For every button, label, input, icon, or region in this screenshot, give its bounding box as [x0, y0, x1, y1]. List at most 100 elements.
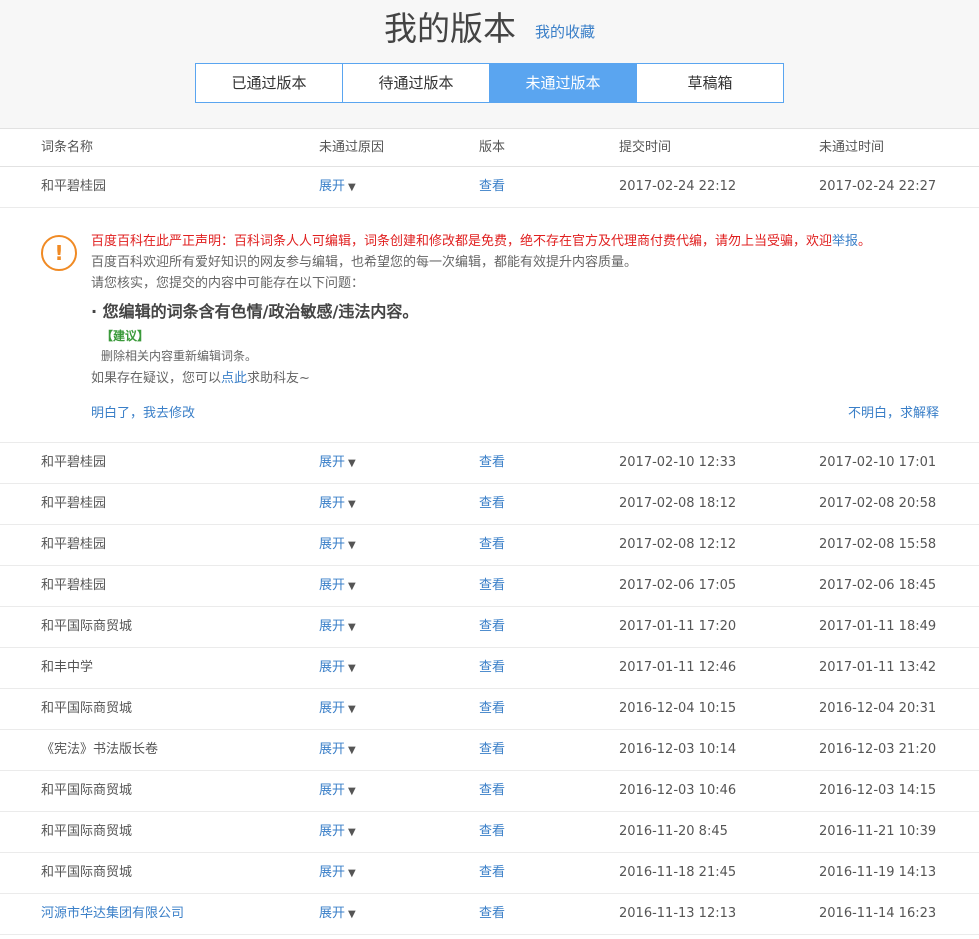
expand-reason-button[interactable]: 展开 ▼ [319, 167, 356, 208]
table-header: 词条名称 未通过原因 版本 提交时间 未通过时间 [0, 128, 979, 167]
suggestion-text: 删除相关内容重新编辑词条。 [101, 349, 258, 363]
triangle-down-icon: ▼ [348, 458, 356, 469]
title-bar: 我的版本 我的收藏 [0, 2, 979, 48]
expand-reason-button[interactable]: 展开 ▼ [319, 607, 356, 648]
entry-name: 《宪法》书法版长卷 [41, 742, 159, 757]
view-version-link[interactable]: 查看 [479, 566, 505, 606]
expand-reason-button[interactable]: 展开 ▼ [319, 648, 356, 689]
entry-name: 和平碧桂园 [41, 578, 107, 593]
expand-label: 展开 [319, 824, 346, 839]
expand-label: 展开 [319, 906, 346, 921]
expand-label: 展开 [319, 179, 346, 194]
column-header-reason: 未通过原因 [319, 140, 385, 155]
expand-label: 展开 [319, 783, 346, 798]
column-header-entry-name: 词条名称 [41, 140, 94, 155]
entry-name: 和平国际商贸城 [41, 619, 133, 634]
view-version-link[interactable]: 查看 [479, 894, 505, 934]
reject-time: 2017-02-08 20:58 [819, 496, 937, 511]
notice-text: 百度百科在此严正声明：百科词条人人可编辑，词条创建和修改都是免费，绝不存在官方及… [91, 234, 833, 249]
expand-reason-button[interactable]: 展开 ▼ [319, 771, 356, 812]
reject-time: 2017-02-08 15:58 [819, 537, 937, 552]
submit-time: 2016-11-13 12:13 [619, 906, 737, 921]
view-version-link[interactable]: 查看 [479, 853, 505, 893]
report-link[interactable]: 举报 [832, 234, 858, 249]
expand-label: 展开 [319, 619, 346, 634]
tab-rejected[interactable]: 未通过版本 [490, 64, 637, 102]
doubt-suffix: 求助科友~ [247, 371, 310, 386]
view-version-link[interactable]: 查看 [479, 771, 505, 811]
suggestion-title: 【建议】 [101, 329, 150, 343]
expand-reason-button[interactable]: 展开 ▼ [319, 443, 356, 484]
rejected-versions-table: 词条名称 未通过原因 版本 提交时间 未通过时间 和平碧桂园 展开 ▼ 查看 20… [0, 128, 979, 935]
notice-line: 百度百科在此严正声明：百科词条人人可编辑，词条创建和修改都是免费，绝不存在官方及… [91, 230, 871, 249]
table-row: 和平国际商贸城 展开 ▼ 查看 2016-12-04 10:15 2016-12-04 2… [0, 689, 979, 730]
page-header: 我的版本 我的收藏 已通过版本 待通过版本 未通过版本 草稿箱 [0, 0, 979, 128]
not-understood-button[interactable]: 不明白，求解释 [848, 402, 939, 421]
submit-time: 2017-01-11 12:46 [619, 660, 737, 675]
expand-reason-button[interactable]: 展开 ▼ [319, 566, 356, 607]
triangle-down-icon: ▼ [348, 182, 356, 193]
page-title: 我的版本 [383, 9, 516, 48]
table-row: 和平碧桂园 展开 ▼ 查看 2017-02-08 18:12 2017-02-08 20:… [0, 484, 979, 525]
expand-label: 展开 [319, 537, 346, 552]
expand-reason-button[interactable]: 展开 ▼ [319, 525, 356, 566]
reject-time: 2017-02-24 22:27 [819, 179, 937, 194]
view-version-link[interactable]: 查看 [479, 812, 505, 852]
expand-label: 展开 [319, 496, 346, 511]
submit-time: 2016-12-04 10:15 [619, 701, 737, 716]
triangle-down-icon: ▼ [348, 704, 356, 715]
triangle-down-icon: ▼ [348, 581, 356, 592]
expand-reason-button[interactable]: 展开 ▼ [319, 730, 356, 771]
expand-label: 展开 [319, 701, 346, 716]
view-version-link[interactable]: 查看 [479, 167, 505, 207]
view-version-link[interactable]: 查看 [479, 730, 505, 770]
expand-label: 展开 [319, 660, 346, 675]
triangle-down-icon: ▼ [348, 909, 356, 920]
view-version-link[interactable]: 查看 [479, 607, 505, 647]
expand-label: 展开 [319, 578, 346, 593]
submit-time: 2017-02-24 22:12 [619, 179, 737, 194]
table-row: 河源市华达集团有限公司 展开 ▼ 查看 2016-11-13 12:13 2016-11-… [0, 894, 979, 935]
reject-time: 2016-12-03 21:20 [819, 742, 937, 757]
triangle-down-icon: ▼ [348, 540, 356, 551]
view-version-link[interactable]: 查看 [479, 525, 505, 565]
rejection-detail-panel: ! 百度百科在此严正声明：百科词条人人可编辑，词条创建和修改都是免费，绝不存在官… [0, 208, 979, 443]
check-text: 请您核实，您提交的内容中可能存在以下问题： [91, 276, 365, 291]
table-row: 和平国际商贸城 展开 ▼ 查看 2017-01-11 17:20 2017-01-11 1… [0, 607, 979, 648]
my-favorites-link[interactable]: 我的收藏 [535, 21, 595, 50]
expand-reason-button[interactable]: 展开 ▼ [319, 689, 356, 730]
submit-time: 2017-02-08 12:12 [619, 537, 737, 552]
view-version-link[interactable]: 查看 [479, 689, 505, 729]
expand-reason-button[interactable]: 展开 ▼ [319, 894, 356, 935]
triangle-down-icon: ▼ [348, 622, 356, 633]
tab-drafts[interactable]: 草稿箱 [637, 64, 783, 102]
reject-time: 2016-12-04 20:31 [819, 701, 937, 716]
triangle-down-icon: ▼ [348, 745, 356, 756]
warning-icon: ! [41, 235, 77, 271]
submit-time: 2017-02-06 17:05 [619, 578, 737, 593]
entry-name: 和平碧桂园 [41, 455, 107, 470]
triangle-down-icon: ▼ [348, 499, 356, 510]
click-here-link[interactable]: 点此 [221, 371, 247, 386]
table-row: 和平碧桂园 展开 ▼ 查看 2017-02-24 22:12 2017-02-24… [0, 167, 979, 208]
entry-name[interactable]: 河源市华达集团有限公司 [41, 894, 184, 934]
entry-name: 和平碧桂园 [41, 179, 107, 194]
column-header-submit-time: 提交时间 [619, 140, 672, 155]
view-version-link[interactable]: 查看 [479, 484, 505, 524]
version-tabs: 已通过版本 待通过版本 未通过版本 草稿箱 [195, 63, 784, 103]
expand-reason-button[interactable]: 展开 ▼ [319, 853, 356, 894]
tab-approved[interactable]: 已通过版本 [196, 64, 343, 102]
view-version-link[interactable]: 查看 [479, 648, 505, 688]
reject-time: 2016-11-14 16:23 [819, 906, 937, 921]
view-version-link[interactable]: 查看 [479, 443, 505, 483]
tab-pending[interactable]: 待通过版本 [343, 64, 490, 102]
reject-time: 2016-11-21 10:39 [819, 824, 937, 839]
expand-reason-button[interactable]: 展开 ▼ [319, 812, 356, 853]
expand-reason-button[interactable]: 展开 ▼ [319, 484, 356, 525]
table-row: 《宪法》书法版长卷 展开 ▼ 查看 2016-12-03 10:14 2016-12-03… [0, 730, 979, 771]
welcome-text: 百度百科欢迎所有爱好知识的网友参与编辑，也希望您的每一次编辑，都能有效提升内容质… [91, 255, 638, 270]
reject-time: 2016-12-03 14:15 [819, 783, 937, 798]
table-row: 和平碧桂园 展开 ▼ 查看 2017-02-10 12:33 2017-02-10 17:… [0, 443, 979, 484]
table-row: 和平国际商贸城 展开 ▼ 查看 2016-11-18 21:45 2016-11-19 1… [0, 853, 979, 894]
understood-button[interactable]: 明白了，我去修改 [91, 402, 195, 421]
